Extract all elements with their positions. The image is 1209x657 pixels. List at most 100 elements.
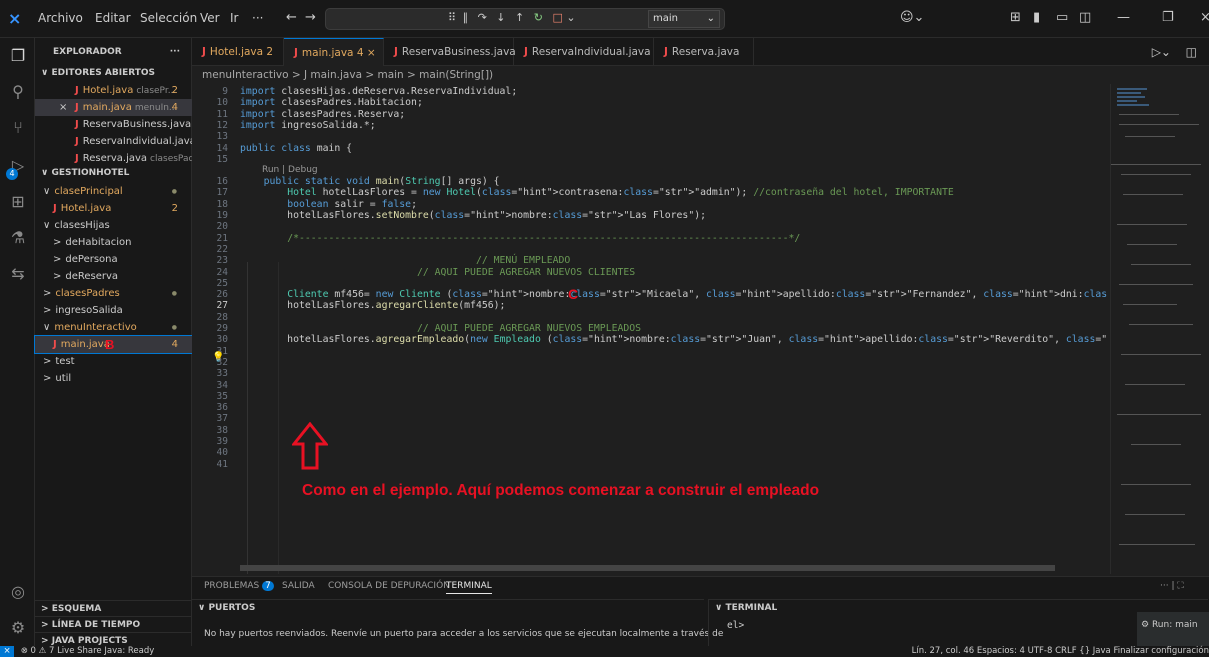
- horizontal-scrollbar[interactable]: [240, 565, 1055, 571]
- code-line[interactable]: import clasesHijas.deReserva.ReservaIndi…: [240, 86, 517, 97]
- step-into-icon[interactable]: ↓: [496, 11, 505, 24]
- menu-more[interactable]: ···: [252, 11, 263, 25]
- tree-item[interactable]: ∨ menuInteractivo ●: [35, 319, 192, 336]
- timeline-section[interactable]: > LÍNEA DE TIEMPO: [35, 616, 192, 633]
- code-line[interactable]: boolean salir = false;: [240, 199, 417, 210]
- explorer-icon[interactable]: ❐: [7, 46, 29, 68]
- arrow-left-icon[interactable]: ←: [286, 10, 297, 25]
- step-over-icon[interactable]: ↷: [478, 11, 487, 24]
- tree-item[interactable]: ∨ clasePrincipal ●: [35, 183, 192, 200]
- code-line[interactable]: hotelLasFlores.agregarCliente(mf456);: [240, 300, 505, 311]
- testing-icon[interactable]: ⚗: [7, 228, 29, 250]
- tab-salida[interactable]: SALIDA: [282, 581, 315, 591]
- tab-problemas[interactable]: PROBLEMAS 7: [204, 581, 274, 591]
- settings-gear-icon[interactable]: ⚙: [7, 618, 29, 640]
- outline-section[interactable]: > ESQUEMA: [35, 600, 192, 617]
- tree-item[interactable]: > clasesPadres ●: [35, 285, 192, 302]
- split-editor-icon[interactable]: ◫: [1186, 45, 1197, 59]
- chevron-down-icon[interactable]: ⌄: [566, 11, 575, 24]
- line-number: 14: [216, 142, 228, 154]
- close-icon[interactable]: ×: [59, 99, 67, 116]
- tab-reserva-java[interactable]: J Reserva.java: [654, 38, 754, 66]
- pause-icon[interactable]: ∥: [463, 11, 469, 24]
- toggle-secondary-sidebar-icon[interactable]: ◫: [1079, 10, 1091, 25]
- more-actions-icon[interactable]: ···: [170, 44, 180, 61]
- step-out-icon[interactable]: ↑: [515, 11, 524, 24]
- arrow-right-icon[interactable]: →: [305, 10, 316, 25]
- drag-handle-icon[interactable]: ⠿: [448, 11, 456, 24]
- project-header[interactable]: ∨ GESTIONHOTEL: [35, 165, 192, 182]
- source-control-icon[interactable]: ⑂: [7, 118, 29, 140]
- more-icon[interactable]: ··· | ⛶: [1160, 581, 1184, 591]
- command-center[interactable]: ⠿ ∥ ↷ ↓ ↑ ↻ □ ⌄ main ⌄: [325, 8, 725, 30]
- tree-item[interactable]: ∨ clasesHijas: [35, 217, 192, 234]
- tab-consola-depuracion[interactable]: CONSOLA DE DEPURACIÓN: [328, 581, 450, 591]
- code-line[interactable]: // MENÚ EMPLEADO: [240, 255, 570, 266]
- code-line[interactable]: import ingresoSalida.*;: [240, 120, 376, 131]
- code-line[interactable]: // AQUI PUEDE AGREGAR NUEVOS CLIENTES: [240, 267, 635, 278]
- account-icon[interactable]: ◎: [7, 582, 29, 604]
- copilot-icon[interactable]: ☺⌄: [900, 10, 924, 25]
- layout-customize-icon[interactable]: ⊞: [1010, 10, 1021, 25]
- tab-reservabusiness-java[interactable]: J ReservaBusiness.java: [384, 38, 516, 66]
- code-line[interactable]: hotelLasFlores.setNombre(class="hint">no…: [240, 210, 706, 221]
- code-editor[interactable]: 9 import clasesHijas.deReserva.ReservaInd…: [192, 84, 1107, 574]
- code-line[interactable]: Cliente mf456= new Cliente (class="hint"…: [240, 289, 1107, 300]
- tab-terminal[interactable]: TERMINAL: [446, 581, 492, 594]
- tree-item[interactable]: > test: [35, 353, 192, 370]
- code-line[interactable]: /*--------------------------------------…: [240, 233, 800, 244]
- ports-title[interactable]: ∨ PUERTOS: [198, 603, 255, 613]
- debug-config-select[interactable]: main ⌄: [648, 10, 720, 28]
- open-editor-item[interactable]: J Hotel.java clasePr... 2: [35, 82, 192, 99]
- restart-icon[interactable]: ↻: [534, 11, 543, 24]
- code-line[interactable]: public class main {: [240, 143, 352, 154]
- tree-item[interactable]: J Hotel.java 2: [35, 200, 192, 217]
- tree-item[interactable]: > deReserva: [35, 268, 192, 285]
- code-line[interactable]: import clasesPadres.Reserva;: [240, 109, 405, 120]
- minimap[interactable]: [1110, 84, 1209, 574]
- close-icon[interactable]: ×: [1200, 10, 1209, 25]
- run-main-terminal[interactable]: ⚙ Run: main: [1137, 612, 1209, 648]
- tree-item[interactable]: Jmain.java B 4: [34, 335, 193, 354]
- status-right[interactable]: Lín. 27, col. 46 Espacios: 4 UTF-8 CRLF …: [912, 646, 1209, 657]
- tab-hotel-java[interactable]: J Hotel.java 2: [192, 38, 284, 66]
- search-icon[interactable]: ⚲: [7, 82, 29, 104]
- tree-item[interactable]: > dePersona: [35, 251, 192, 268]
- restore-icon[interactable]: ❐: [1162, 10, 1174, 25]
- extensions-icon[interactable]: ⊞: [7, 192, 29, 214]
- tab-reservaindividual-java[interactable]: J ReservaIndividual.java: [514, 38, 654, 66]
- terminal-title[interactable]: ∨ TERMINAL: [715, 603, 777, 613]
- minimize-icon[interactable]: —: [1117, 10, 1130, 25]
- tab-main-java[interactable]: Jmain.java 4 ×: [284, 38, 384, 66]
- menu-ver[interactable]: Ver: [200, 11, 220, 25]
- terminal-prompt[interactable]: el>: [727, 620, 744, 631]
- status-left[interactable]: ⊗ 0 ⚠ 7 Live Share Java: Ready: [21, 646, 155, 656]
- open-editor-item[interactable]: J ReservaBusiness.java...: [35, 116, 192, 133]
- code-line[interactable]: // AQUI PUEDE AGREGAR NUEVOS EMPLEADOS: [240, 323, 641, 334]
- menu-editar[interactable]: Editar: [95, 11, 131, 25]
- breadcrumb[interactable]: menuInteractivo > J main.java > main > m…: [192, 66, 1107, 84]
- menu-ir[interactable]: Ir: [230, 11, 238, 25]
- menu-seleccion[interactable]: Selección: [140, 11, 197, 25]
- remote-icon[interactable]: ⨯: [0, 646, 14, 657]
- open-editor-item[interactable]: × Jmain.java menuIn... 4: [35, 99, 192, 116]
- tree-item[interactable]: > deHabitacion: [35, 234, 192, 251]
- toggle-panel-icon[interactable]: ▭: [1056, 10, 1068, 25]
- code-line[interactable]: Hotel hotelLasFlores = new Hotel(class="…: [240, 187, 954, 198]
- code-line[interactable]: public static void main(String[] args) {: [240, 176, 500, 187]
- tree-item[interactable]: > ingresoSalida: [35, 302, 192, 319]
- open-editors-header[interactable]: ∨ EDITORES ABIERTOS: [35, 65, 192, 82]
- remote-explorer-icon[interactable]: ⇆: [7, 264, 29, 286]
- terminal-view[interactable]: ∨ TERMINAL el> ⚙ Run: main: [708, 599, 1209, 648]
- tree-item[interactable]: > util: [35, 370, 192, 387]
- stop-icon[interactable]: □: [552, 11, 562, 24]
- menu-archivo[interactable]: Archivo: [38, 11, 83, 25]
- code-line[interactable]: hotelLasFlores.agregarEmpleado(new Emple…: [240, 334, 1107, 345]
- lightbulb-icon[interactable]: 💡: [212, 352, 224, 363]
- run-icon[interactable]: ▷⌄: [1152, 45, 1171, 59]
- open-editor-item[interactable]: JReservaIndividual.java...: [35, 133, 192, 150]
- toggle-sidebar-icon[interactable]: ▮: [1033, 10, 1040, 25]
- line-number: 30: [216, 334, 228, 346]
- code-line[interactable]: import clasesPadres.Habitacion;: [240, 97, 423, 108]
- run-debug-codelens[interactable]: Run | Debug: [262, 165, 318, 175]
